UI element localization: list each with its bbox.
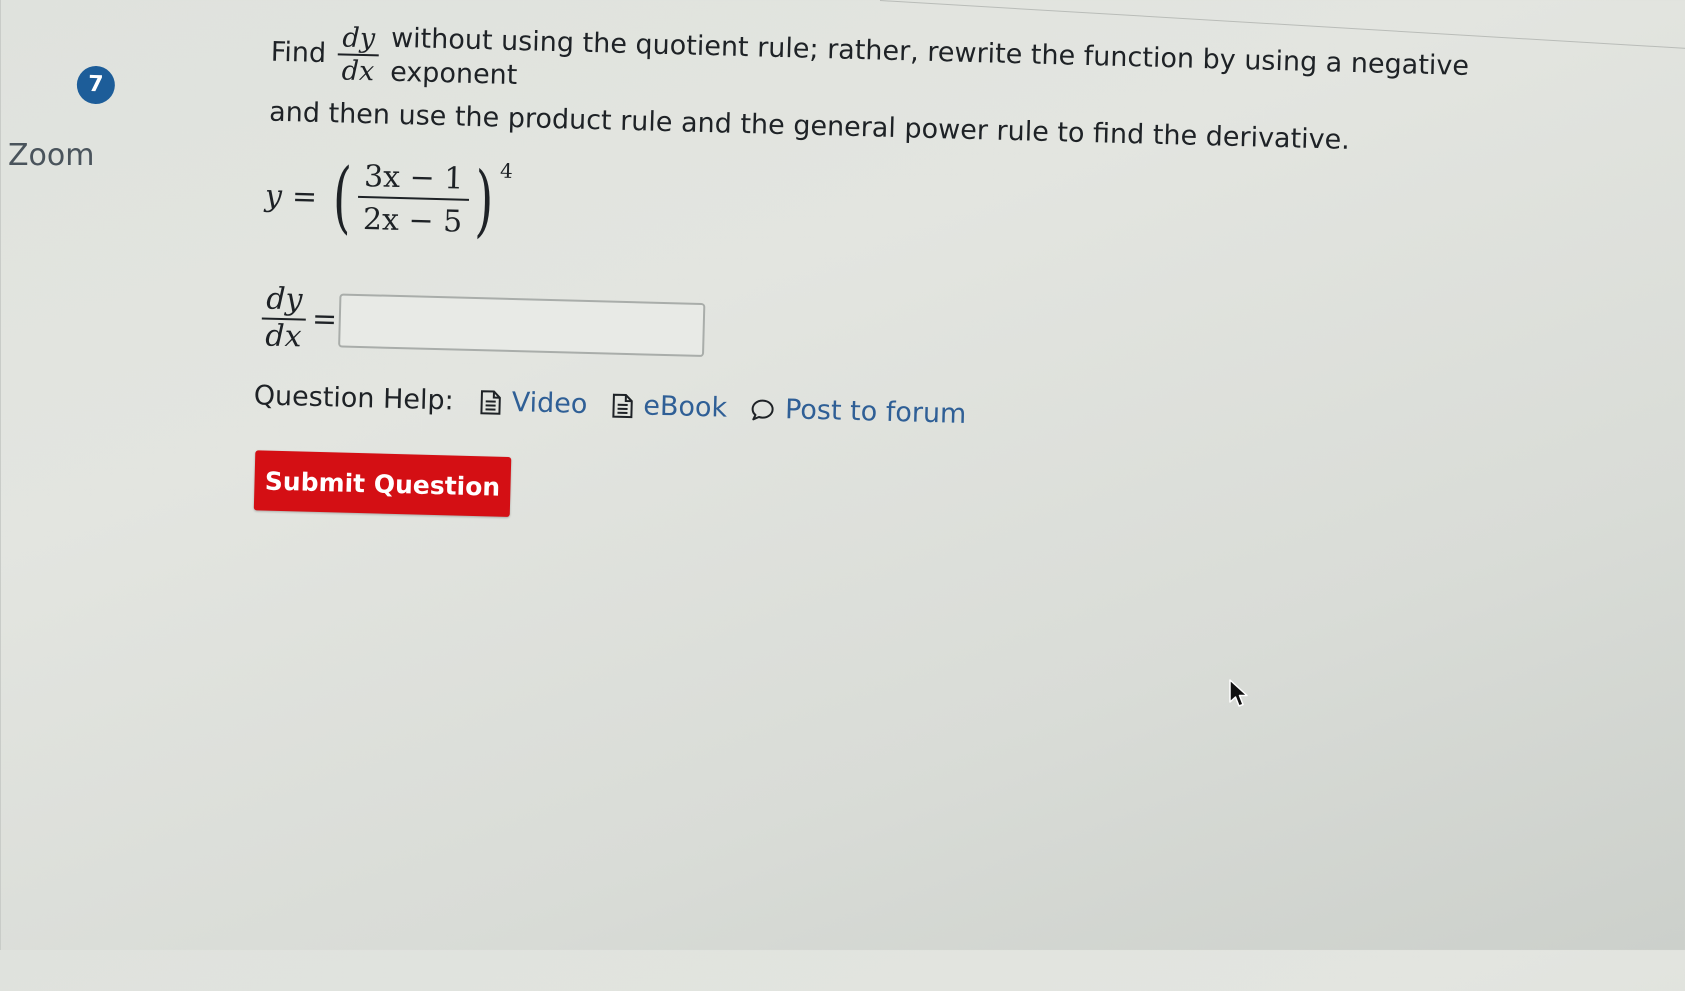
answer-equals: =	[312, 302, 338, 338]
equation-equals: =	[292, 179, 318, 215]
equation-numerator: 3x − 1	[358, 159, 470, 201]
help-link-ebook-label: eBook	[643, 390, 728, 423]
answer-derivative-fraction: dy dx	[261, 282, 307, 354]
answer-input[interactable]	[338, 293, 705, 357]
help-link-video-label: Video	[511, 387, 587, 420]
equation-fraction: 3x − 1 2x − 5	[357, 159, 470, 240]
right-paren: )	[474, 162, 494, 240]
prompt-fraction-denominator: dx	[337, 55, 378, 87]
answer-row: dy dx =	[261, 282, 706, 365]
prompt-find-text: Find	[270, 35, 326, 70]
answer-fraction-numerator: dy	[262, 282, 307, 320]
help-link-video[interactable]: Video	[479, 386, 587, 420]
question-prompt: Find dy dx without using the quotient ru…	[269, 19, 1591, 166]
answer-fraction-denominator: dx	[261, 319, 306, 355]
question-content: 7 Find dy dx without using the quotient …	[0, 0, 1685, 991]
equation-lhs: y	[265, 178, 283, 213]
left-paren: (	[332, 158, 352, 236]
equation-exponent: 4	[500, 159, 513, 183]
document-icon	[611, 392, 634, 419]
speech-bubble-icon	[751, 396, 776, 423]
prompt-derivative-fraction: dy dx	[337, 22, 379, 87]
function-equation: y = ( 3x − 1 2x − 5 ) 4	[264, 157, 513, 241]
question-number-badge: 7	[76, 66, 115, 105]
submit-question-button[interactable]: Submit Question	[254, 450, 511, 517]
equation-denominator: 2x − 5	[357, 198, 469, 240]
mouse-cursor-icon	[1228, 678, 1250, 708]
prompt-fraction-numerator: dy	[338, 22, 379, 56]
question-help-label: Question Help:	[253, 380, 454, 416]
help-link-forum[interactable]: Post to forum	[751, 393, 967, 430]
document-icon	[479, 389, 502, 416]
help-link-forum-label: Post to forum	[785, 394, 967, 430]
help-link-ebook[interactable]: eBook	[611, 390, 728, 424]
question-help: Question Help: Video eBook	[253, 380, 990, 430]
